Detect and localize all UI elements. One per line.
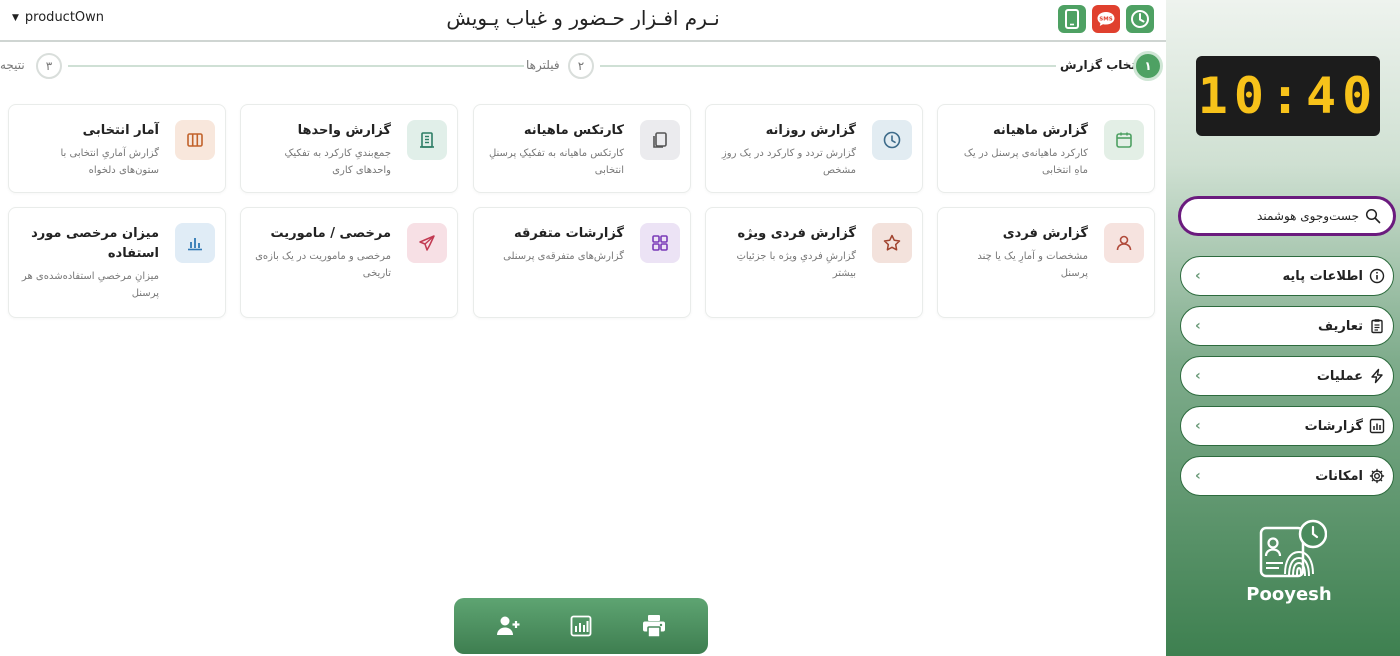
sms-icon: SMS <box>1097 12 1115 26</box>
report-card-title: گزارش ماهیانه <box>993 123 1088 138</box>
report-card-leave-usage[interactable]: میزان مرخصی مورد استفاده میزانِ مرخصیِ ا… <box>8 207 226 318</box>
menu-item-operations[interactable]: ‹ عملیات <box>1180 356 1394 396</box>
report-card-selective-stats[interactable]: آمار انتخابی گزارش آماریِ انتخابی با ستو… <box>8 104 226 193</box>
menu-item-label: گزارشات <box>1304 418 1363 434</box>
report-card-desc: جمع‌بندیِ کارکرد به تفکیکِ واحدهای کاری <box>284 148 391 176</box>
menu-item-features[interactable]: ‹ امکانات <box>1180 456 1394 496</box>
add-user-icon <box>497 616 520 635</box>
step-connector <box>68 65 524 67</box>
info-icon <box>1369 268 1385 284</box>
menu-item-reports[interactable]: ‹ گزارشات <box>1180 406 1394 446</box>
header-bar: ▼ productOwn نـرم افـزار حـضور و غیاب پـ… <box>0 0 1166 42</box>
report-card-title: گزارش روزانه <box>765 123 856 138</box>
side-menu: ‹ اطلاعات پایه ‹ تعاریف ‹ عملیات ‹ گزارش… <box>1180 256 1394 506</box>
smart-search-input[interactable] <box>1209 209 1359 223</box>
clock-icon <box>1131 10 1149 28</box>
step-3-label: نتیجه <box>0 58 25 72</box>
printer-icon <box>642 615 665 638</box>
report-card-desc: گزارش‌های متفرقه‌ی پرسنلی <box>503 251 624 262</box>
report-card-title: گزارش فردی ویژه <box>737 226 857 241</box>
clock-button[interactable] <box>1126 5 1154 33</box>
report-card-title: گزارش واحدها <box>297 123 391 138</box>
sms-button[interactable]: SMS <box>1092 5 1120 33</box>
plane-icon <box>407 223 447 263</box>
bolt-icon <box>1371 368 1383 384</box>
chevron-left-icon: ‹ <box>1195 318 1201 334</box>
menu-item-label: اطلاعات پایه <box>1282 268 1363 284</box>
clipboard-icon <box>1371 319 1383 334</box>
report-card-individual-special[interactable]: گزارش فردی ویژه گزارشِ فردیِ ویژه با جزئ… <box>705 207 923 318</box>
report-card-title: گزارشات متفرقه <box>513 226 624 241</box>
settings-icon <box>1369 468 1385 484</box>
report-card-desc: مرخصی و ماموریت در یک بازه‌ی تاریخی <box>255 251 391 279</box>
print-button[interactable] <box>636 608 672 644</box>
report-card-title: آمار انتخابی <box>82 123 159 138</box>
step-connector <box>600 65 1056 67</box>
report-card-desc: کارکرد ماهیانه‌ی پرسنل در یک ماهِ انتخاب… <box>963 148 1088 176</box>
report-card-desc: گزارشِ فردیِ ویژه با جزئیاتِ بیشتر <box>736 251 856 279</box>
chevron-left-icon: ‹ <box>1195 268 1201 284</box>
step-3-circle[interactable]: ۳ <box>36 53 62 79</box>
report-card-units[interactable]: گزارش واحدها جمع‌بندیِ کارکرد به تفکیکِ … <box>240 104 458 193</box>
report-card-desc: مشخصات و آمارِ یک یا چند پرسنل <box>977 251 1088 279</box>
step-2-circle[interactable]: ۲ <box>568 53 594 79</box>
report-card-individual[interactable]: گزارش فردی مشخصات و آمارِ یک یا چند پرسن… <box>937 207 1155 318</box>
mobile-icon <box>1065 9 1079 29</box>
menu-item-label: تعاریف <box>1318 318 1363 334</box>
columns-icon <box>175 120 215 160</box>
fingerprint-logo-icon <box>1259 519 1328 578</box>
report-card-miscellaneous[interactable]: گزارشات متفرقه گزارش‌های متفرقه‌ی پرسنلی <box>473 207 691 318</box>
report-card-daily[interactable]: گزارش روزانه گزارش تردد و کارکرد در یک ر… <box>705 104 923 193</box>
search-icon <box>1365 208 1381 224</box>
step-1-circle[interactable]: ۱ <box>1133 51 1163 81</box>
menu-item-label: عملیات <box>1316 368 1363 384</box>
step-2-label: فیلترها <box>526 58 560 72</box>
mobile-button[interactable] <box>1058 5 1086 33</box>
logo-text: Pooyesh <box>1246 584 1332 605</box>
menu-item-label: امکانات <box>1315 468 1363 484</box>
report-card-desc: کارتکس ماهیانه به تفکیکِ پرسنلِ انتخابی <box>488 148 624 176</box>
star-icon <box>872 223 912 263</box>
smart-search-box[interactable] <box>1178 196 1396 236</box>
building-icon <box>407 120 447 160</box>
report-card-title: مرخصی / ماموریت <box>270 226 391 241</box>
side-panel: 10:40 ‹ اطلاعات پایه ‹ تعاریف ‹ عملیات <box>1166 0 1400 656</box>
chart-icon <box>570 615 592 637</box>
report-card-monthly-cardex[interactable]: کارتکس ماهیانه کارتکس ماهیانه به تفکیکِ … <box>473 104 691 193</box>
svg-text:SMS: SMS <box>1099 17 1112 23</box>
chevron-left-icon: ‹ <box>1195 368 1201 384</box>
digital-clock: 10:40 <box>1196 56 1380 136</box>
chart-button[interactable] <box>563 608 599 644</box>
calendar-icon <box>1104 120 1144 160</box>
report-stepper: نتیجه ۳ فیلترها ۲ انتخاب گزارش ۱ <box>0 50 1166 82</box>
grid-icon <box>640 223 680 263</box>
menu-item-definitions[interactable]: ‹ تعاریف <box>1180 306 1394 346</box>
add-user-button[interactable] <box>490 608 526 644</box>
chevron-left-icon: ‹ <box>1195 468 1201 484</box>
chevron-left-icon: ‹ <box>1195 418 1201 434</box>
report-card-desc: میزانِ مرخصیِ استفاده‌شده‌ی هر پرسنل <box>21 271 159 299</box>
report-card-desc: گزارش آماریِ انتخابی با ستون‌های دلخواه <box>60 148 160 176</box>
person-icon <box>1104 223 1144 263</box>
report-card-title: گزارش فردی <box>1002 226 1088 241</box>
menu-item-basic-info[interactable]: ‹ اطلاعات پایه <box>1180 256 1394 296</box>
report-card-title: میزان مرخصی مورد استفاده <box>31 226 159 261</box>
report-card-monthly[interactable]: گزارش ماهیانه کارکرد ماهیانه‌ی پرسنل در … <box>937 104 1155 193</box>
report-card-title: کارتکس ماهیانه <box>523 123 624 138</box>
app-title: نـرم افـزار حـضور و غیاب پـویش <box>446 6 720 30</box>
copy-icon <box>640 120 680 160</box>
report-icon <box>1369 418 1385 434</box>
pooyesh-logo: Pooyesh <box>1244 516 1334 605</box>
report-card-leave-mission[interactable]: مرخصی / ماموریت مرخصی و ماموریت در یک با… <box>240 207 458 318</box>
clock-icon <box>872 120 912 160</box>
bar-chart-icon <box>175 223 215 263</box>
action-toolbar <box>454 598 708 654</box>
report-card-desc: گزارش تردد و کارکرد در یک روزِ مشخص <box>721 148 856 176</box>
